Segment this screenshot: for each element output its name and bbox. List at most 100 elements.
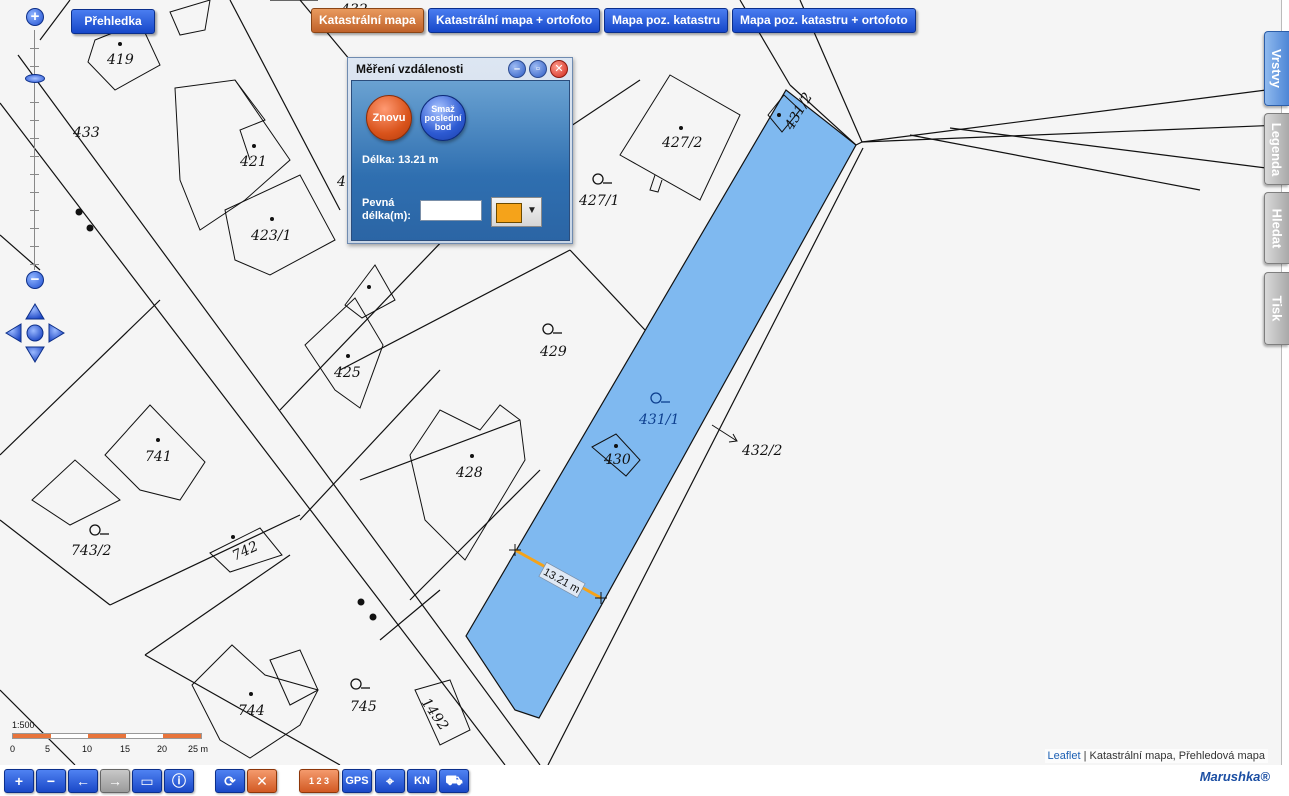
- color-swatch[interactable]: [496, 203, 522, 223]
- zoom-out-tool-button[interactable]: −: [36, 769, 66, 793]
- info-icon[interactable]: ⓘ: [164, 769, 194, 793]
- tab-layers[interactable]: Vrstvy: [1264, 31, 1289, 106]
- zoom-in-button[interactable]: +: [26, 8, 44, 26]
- close-icon[interactable]: ✕: [550, 60, 568, 78]
- parcel-744-label[interactable]: 744: [238, 703, 265, 719]
- map-attribution: Leaflet | Katastrální mapa, Přehledová m…: [1044, 749, 1268, 763]
- bottom-toolbar: + − ← → ▭ ⓘ ⟳ ✕ 1 2 3 GPS ⌖ KN ⛟ Marushk…: [0, 765, 1289, 796]
- zoom-tick: [30, 246, 39, 247]
- scale-tick: 10: [82, 744, 93, 754]
- parcel-433-label[interactable]: 433: [72, 125, 100, 141]
- cadastral-map[interactable]: 13.21 m 419 421 423/1 433 427/2 427/1 43…: [0, 0, 1282, 765]
- pan-down-icon[interactable]: [25, 346, 45, 363]
- parcel-432-2-label[interactable]: 432/2: [741, 443, 782, 459]
- zoom-tick: [30, 120, 39, 121]
- tab-print[interactable]: Tisk: [1264, 272, 1289, 345]
- scale-segment: [125, 734, 164, 738]
- zoom-tick: [30, 210, 39, 211]
- kn-button[interactable]: KN: [407, 769, 437, 793]
- scale-bar: 1:500 0 5 10 15 20 25 m: [10, 718, 220, 758]
- zoom-out-button[interactable]: −: [26, 271, 44, 289]
- fixed-length-input[interactable]: [420, 200, 482, 221]
- tab-legend-label: Legenda: [1269, 122, 1285, 176]
- layer-cadastral-map-button[interactable]: Katastrální mapa: [311, 8, 424, 33]
- parcel-419-label[interactable]: 419: [106, 52, 134, 68]
- zoom-tick: [30, 48, 39, 49]
- zoom-slider-handle[interactable]: [25, 74, 45, 83]
- numbering-button[interactable]: 1 2 3: [299, 769, 339, 793]
- measure-distance-dialog: Měření vzdálenosti – ▫ ✕ Znovu Smaž posl…: [347, 57, 573, 244]
- gps-label: GPS: [345, 775, 369, 787]
- parcel-429-label[interactable]: 429: [539, 344, 567, 360]
- locate-icon[interactable]: ⌖: [375, 769, 405, 793]
- window-buttons: – ▫ ✕: [508, 60, 568, 78]
- again-button[interactable]: Znovu: [366, 95, 412, 141]
- kn-label: KN: [414, 775, 430, 787]
- parcel-743-2-label[interactable]: 743/2: [71, 543, 111, 559]
- length-readout: Délka: 13.21 m: [362, 154, 439, 166]
- numbering-label: 1 2 3: [308, 776, 330, 786]
- tab-legend[interactable]: Legenda: [1264, 113, 1289, 185]
- pan-control[interactable]: [4, 302, 66, 364]
- parcel-430-label[interactable]: 430: [603, 452, 631, 468]
- zoom-in-tool-button[interactable]: +: [4, 769, 34, 793]
- scale-bar-segments: [12, 733, 202, 739]
- clear-icon[interactable]: ✕: [247, 769, 277, 793]
- zoom-tick: [30, 174, 39, 175]
- parcel-425-label[interactable]: 425: [333, 365, 361, 381]
- zoom-box-icon[interactable]: ▭: [132, 769, 162, 793]
- parcel-1492-label[interactable]: 1492: [418, 695, 452, 733]
- line-color-picker[interactable]: ▼: [491, 197, 542, 227]
- parcel-427-2-label[interactable]: 427/2: [661, 135, 702, 151]
- parcel-742-label[interactable]: 742: [230, 538, 261, 564]
- scale-tick: 5: [45, 744, 51, 754]
- scale-segment: [163, 734, 201, 738]
- zoom-tick: [30, 192, 39, 193]
- cart-icon[interactable]: ⛟: [439, 769, 469, 793]
- parcel-423-1-label[interactable]: 423/1: [250, 228, 291, 244]
- delete-last-point-button[interactable]: Smaž poslední bod: [420, 95, 466, 141]
- parcel-427-1-label[interactable]: 427/1: [578, 193, 619, 209]
- scale-tick: 25 m: [188, 744, 209, 754]
- zoom-tick: [30, 228, 39, 229]
- parcel-431-1-label[interactable]: 431/1: [638, 412, 679, 428]
- pan-center-icon[interactable]: [26, 324, 44, 342]
- refresh-icon[interactable]: ⟳: [215, 769, 245, 793]
- tab-search[interactable]: Hledat: [1264, 192, 1289, 264]
- pan-right-icon[interactable]: [48, 323, 65, 343]
- scale-segment: [50, 734, 89, 738]
- tab-print-label: Tisk: [1269, 295, 1285, 322]
- pan-up-icon[interactable]: [25, 303, 45, 320]
- layer-land-map-button[interactable]: Mapa poz. katastru: [604, 8, 729, 33]
- parcel-4-label[interactable]: 4: [336, 174, 346, 190]
- tab-search-label: Hledat: [1269, 208, 1285, 248]
- forward-arrow-icon[interactable]: →: [100, 769, 130, 793]
- leaflet-link[interactable]: Leaflet: [1048, 750, 1081, 762]
- scale-ratio: 1:500: [12, 720, 35, 730]
- map-canvas[interactable]: 13.21 m 419 421 423/1 433 427/2 427/1 43…: [0, 0, 1282, 765]
- restore-icon[interactable]: ▫: [529, 60, 547, 78]
- parcel-741-label[interactable]: 741: [145, 449, 172, 465]
- tab-layers-label: Vrstvy: [1269, 48, 1285, 89]
- zoom-tick: [30, 156, 39, 157]
- parcel-428-label[interactable]: 428: [455, 465, 483, 481]
- scale-tick: 20: [157, 744, 168, 754]
- scale-tick: 15: [120, 744, 131, 754]
- zoom-tick: [30, 264, 39, 265]
- dropdown-arrow-icon[interactable]: ▼: [527, 205, 537, 216]
- minimize-icon[interactable]: –: [508, 60, 526, 78]
- parcel-745-label[interactable]: 745: [350, 699, 377, 715]
- scale-tick: 0: [10, 744, 16, 754]
- gps-button[interactable]: GPS: [342, 769, 372, 793]
- app-window: 13.21 m 419 421 423/1 433 427/2 427/1 43…: [0, 0, 1289, 796]
- parcel-421-label[interactable]: 421: [239, 154, 267, 170]
- scale-segment: [88, 734, 126, 738]
- back-arrow-icon[interactable]: ←: [68, 769, 98, 793]
- zoom-tick: [30, 138, 39, 139]
- pan-left-icon[interactable]: [5, 323, 22, 343]
- layer-land-ortho-button[interactable]: Mapa poz. katastru + ortofoto: [732, 8, 916, 33]
- layer-cadastral-ortho-button[interactable]: Katastrální mapa + ortofoto: [428, 8, 601, 33]
- scale-segment: [13, 734, 51, 738]
- overview-map-button[interactable]: Přehledka: [71, 9, 155, 34]
- attribution-text: | Katastrální mapa, Přehledová mapa: [1080, 750, 1265, 762]
